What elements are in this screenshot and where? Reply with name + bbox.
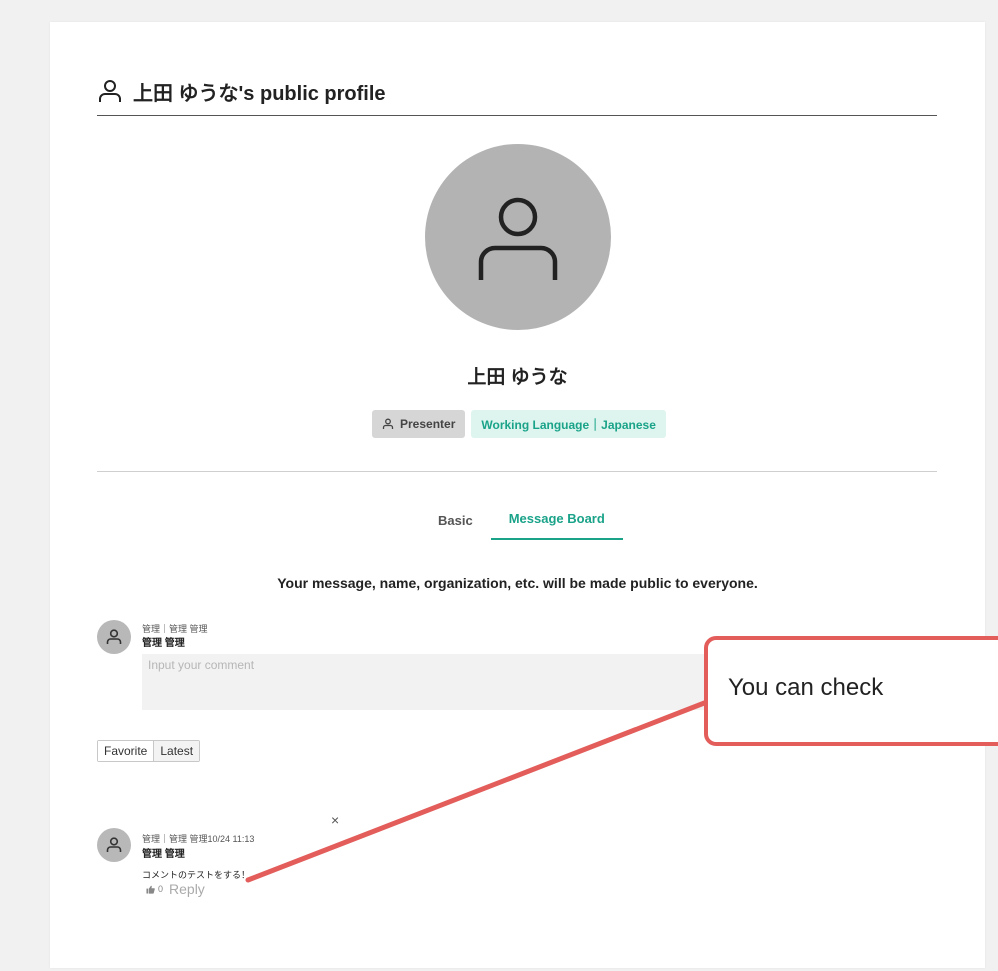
profile-avatar bbox=[425, 144, 611, 330]
user-icon bbox=[99, 80, 121, 102]
callout-text: You can check bbox=[728, 674, 884, 701]
section-divider bbox=[97, 471, 937, 472]
tab-message-board[interactable]: Message Board bbox=[490, 503, 623, 540]
user-avatar-icon bbox=[106, 629, 122, 644]
comment-text: コメントのテストをする！ bbox=[142, 870, 251, 880]
language-label: Working Language｜Japanese bbox=[481, 417, 656, 432]
page-title: 上田 ゆうな's public profile bbox=[133, 82, 386, 105]
comment-meta: 管理｜管理 管理10/24 11:13 bbox=[142, 834, 255, 844]
profile-tabs: Basic Message Board bbox=[420, 502, 623, 540]
user-icon bbox=[382, 418, 394, 429]
presenter-badge: Presenter bbox=[372, 410, 466, 438]
profile-badges: Presenter Working Language｜Japanese bbox=[372, 410, 666, 438]
page-header: 上田 ゆうな's public profile bbox=[97, 67, 937, 116]
comment-actions: 0 Reply bbox=[146, 881, 205, 897]
comment-avatar bbox=[97, 828, 131, 862]
language-badge: Working Language｜Japanese bbox=[471, 410, 666, 438]
composer-name: 管理 管理 bbox=[142, 638, 185, 649]
tab-basic[interactable]: Basic bbox=[420, 505, 491, 540]
annotation-callout: You can check bbox=[704, 636, 998, 746]
comment-item: × 管理｜管理 管理10/24 11:13 管理 管理 コメントのテストをする！… bbox=[97, 812, 397, 912]
comment-author: 管理 管理 bbox=[142, 849, 185, 860]
composer-avatar bbox=[97, 620, 131, 654]
like-button[interactable]: 0 bbox=[146, 884, 163, 894]
sort-latest-button[interactable]: Latest bbox=[153, 741, 200, 761]
delete-comment-icon[interactable]: × bbox=[331, 812, 339, 828]
profile-card: 上田 ゆうな's public profile 上田 ゆうな Presenter… bbox=[50, 22, 985, 968]
user-avatar-icon bbox=[478, 197, 558, 280]
public-notice: Your message, name, organization, etc. w… bbox=[277, 575, 758, 591]
user-avatar-icon bbox=[106, 837, 122, 852]
reply-link[interactable]: Reply bbox=[169, 881, 205, 897]
like-count: 0 bbox=[158, 884, 164, 894]
thumbs-up-icon bbox=[146, 885, 155, 894]
sort-toggle: Favorite Latest bbox=[97, 740, 201, 762]
sort-favorite-button[interactable]: Favorite bbox=[98, 741, 154, 761]
profile-name: 上田 ゆうな bbox=[467, 367, 568, 388]
presenter-label: Presenter bbox=[400, 417, 456, 431]
